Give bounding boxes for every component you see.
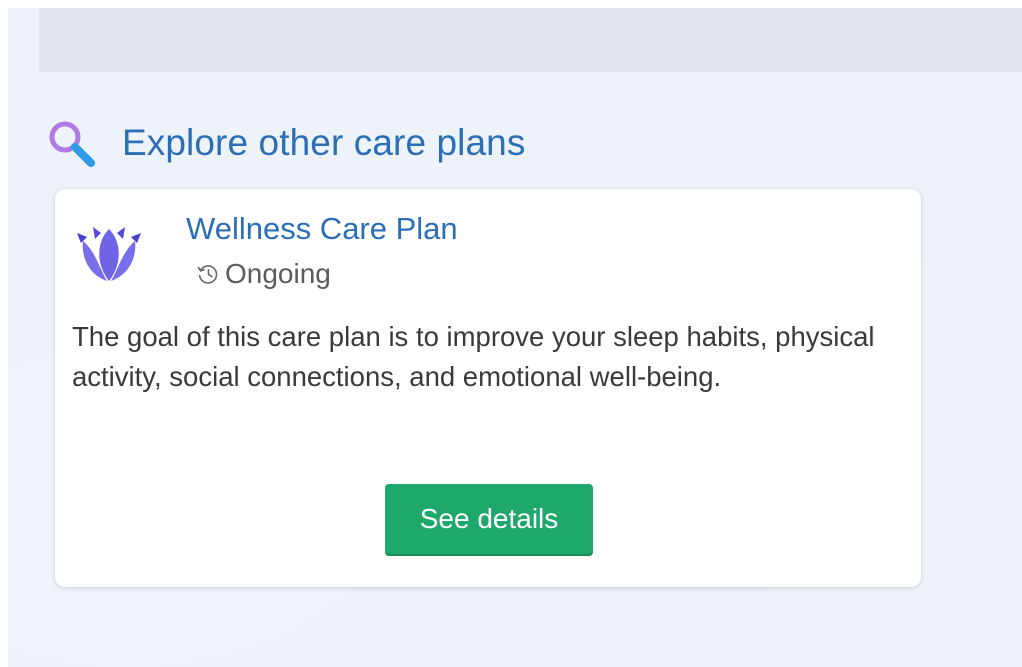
care-plan-card: Wellness Care Plan Ongoing The goal of t…	[55, 189, 921, 587]
search-icon	[49, 121, 95, 167]
care-plan-description: The goal of this care plan is to improve…	[72, 321, 875, 392]
care-plan-title[interactable]: Wellness Care Plan	[186, 211, 458, 247]
status-label: Ongoing	[225, 258, 331, 289]
history-icon	[197, 265, 218, 284]
section-title: Explore other care plans	[122, 122, 526, 163]
section-header: Explore other care plans	[46, 113, 525, 173]
top-banner-placeholder	[39, 8, 1022, 72]
see-details-button[interactable]: See details	[385, 484, 593, 554]
page: Explore other care plans Wellness Care P…	[0, 0, 1022, 667]
status-indicator: Ongoing	[196, 258, 331, 290]
lotus-icon	[77, 227, 141, 281]
main-content: Explore other care plans Wellness Care P…	[8, 8, 1022, 667]
